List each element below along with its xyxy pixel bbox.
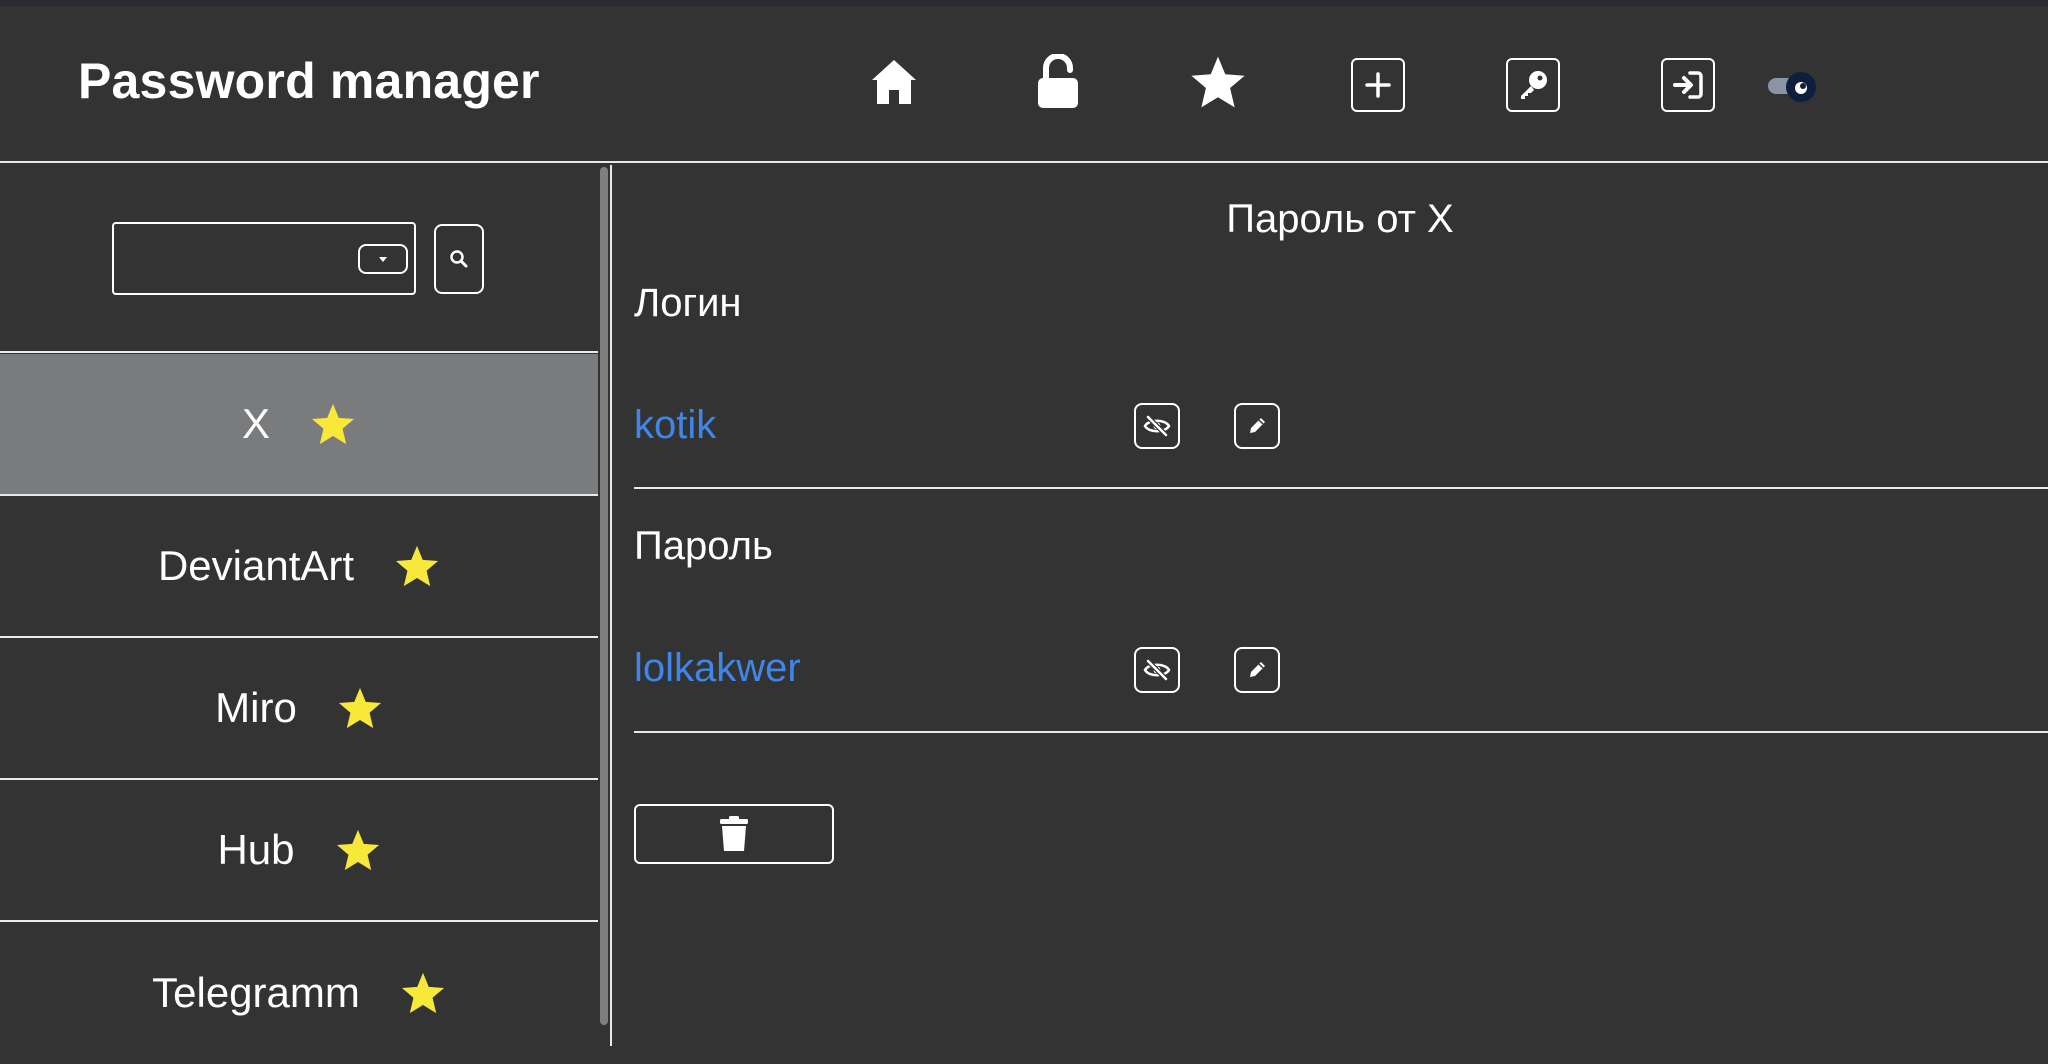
search-dropdown-button[interactable] <box>358 244 408 274</box>
list-item[interactable]: DeviantArt <box>0 496 598 638</box>
app-header: Password manager <box>0 6 2048 163</box>
pencil-icon <box>1250 418 1265 433</box>
field-divider <box>634 487 2048 489</box>
eye-icon <box>1786 72 1816 102</box>
toggle-visibility-login-button[interactable] <box>1134 403 1180 449</box>
password-label: Пароль <box>634 524 773 568</box>
login-icon[interactable] <box>1661 58 1715 112</box>
password-list: X DeviantArt Miro Hub Telegramm <box>0 354 598 1064</box>
plus-icon[interactable] <box>1351 58 1405 112</box>
delete-button[interactable] <box>634 804 834 864</box>
unlock-icon[interactable] <box>1030 52 1086 112</box>
favorite-star-icon[interactable] <box>394 544 440 588</box>
list-item[interactable]: Telegramm <box>0 922 598 1064</box>
edit-password-button[interactable] <box>1234 647 1280 693</box>
list-item-label: X <box>241 400 270 447</box>
list-item[interactable]: Miro <box>0 638 598 780</box>
login-value[interactable]: kotik <box>634 403 716 448</box>
theme-toggle[interactable] <box>1768 72 1818 102</box>
detail-title: Пароль от X <box>1226 197 1454 241</box>
sidebar: X DeviantArt Miro Hub Telegramm <box>0 165 598 1046</box>
star-icon[interactable] <box>1188 52 1248 112</box>
field-divider <box>634 731 2048 733</box>
scrollbar-thumb[interactable] <box>600 167 608 1025</box>
eye-slash-icon <box>1143 659 1171 681</box>
pencil-icon <box>1250 662 1265 677</box>
search-input[interactable] <box>112 222 416 295</box>
app-title: Password manager <box>78 53 540 109</box>
search-button[interactable] <box>434 224 484 294</box>
home-icon[interactable] <box>866 54 922 110</box>
key-icon[interactable] <box>1506 58 1560 112</box>
favorite-star-icon[interactable] <box>310 402 356 446</box>
caret-down-icon <box>379 257 387 262</box>
search-icon <box>450 250 468 268</box>
list-item-label: Telegramm <box>152 969 360 1016</box>
list-item[interactable]: X <box>0 354 598 496</box>
toggle-visibility-password-button[interactable] <box>1134 647 1180 693</box>
list-item[interactable]: Hub <box>0 780 598 922</box>
list-item-label: Miro <box>215 684 297 731</box>
password-value[interactable]: lolkakwer <box>634 646 801 691</box>
list-item-label: Hub <box>217 826 295 873</box>
sidebar-scrollbar[interactable] <box>598 165 610 1046</box>
favorite-star-icon[interactable] <box>335 828 381 872</box>
trash-icon <box>720 816 748 851</box>
eye-slash-icon <box>1143 415 1171 437</box>
favorite-star-icon[interactable] <box>400 971 446 1015</box>
edit-login-button[interactable] <box>1234 403 1280 449</box>
favorite-star-icon[interactable] <box>337 686 383 730</box>
login-label: Логин <box>634 281 742 325</box>
search-area <box>0 165 598 353</box>
list-item-label: DeviantArt <box>157 542 355 589</box>
detail-panel: Пароль от X Логин kotik Пароль lolkakwer <box>612 165 2048 1046</box>
